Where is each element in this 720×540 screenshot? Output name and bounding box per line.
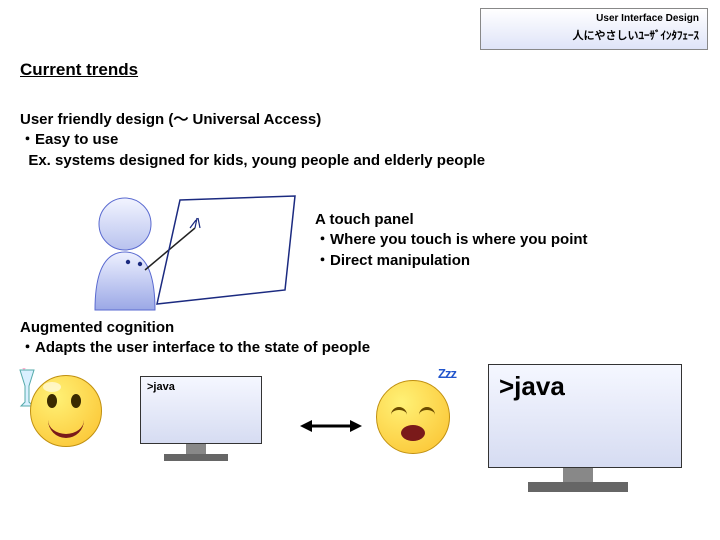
- header-title: User Interface Design: [489, 13, 699, 24]
- happy-face-icon: [30, 375, 102, 447]
- large-monitor-screen-text: >java: [488, 364, 682, 468]
- touch-panel-block: A touch panel ・Where you touch is where …: [315, 210, 588, 271]
- section-title: Current trends: [20, 60, 138, 80]
- text-line: ・Easy to use: [20, 130, 485, 150]
- text-line: ・Direct manipulation: [315, 251, 588, 271]
- sleepy-face-icon: [376, 380, 450, 454]
- user-friendly-block: User friendly design (～ Universal Access…: [20, 110, 485, 171]
- small-monitor: >java: [140, 376, 252, 461]
- small-monitor-screen-text: >java: [140, 376, 262, 444]
- text-line: ・Where you touch is where you point: [315, 230, 588, 250]
- text-line: A touch panel: [315, 210, 588, 230]
- double-arrow-icon: [300, 418, 362, 434]
- header-subtitle: 人にやさしいﾕｰｻﾞｲﾝﾀﾌｪｰｽ: [489, 27, 699, 43]
- large-monitor: >java: [488, 364, 668, 492]
- text-line: Augmented cognition: [20, 318, 370, 338]
- person-touch-panel-illustration: [85, 192, 315, 312]
- text-line: ・Adapts the user interface to the state …: [20, 338, 370, 358]
- text-line: Ex. systems designed for kids, young peo…: [20, 151, 485, 171]
- zzz-text: Zzz: [438, 366, 456, 381]
- header-box: User Interface Design 人にやさしいﾕｰｻﾞｲﾝﾀﾌｪｰｽ: [480, 8, 708, 50]
- text-line: User friendly design (～ Universal Access…: [20, 110, 485, 130]
- augmented-cognition-block: Augmented cognition ・Adapts the user int…: [20, 318, 370, 359]
